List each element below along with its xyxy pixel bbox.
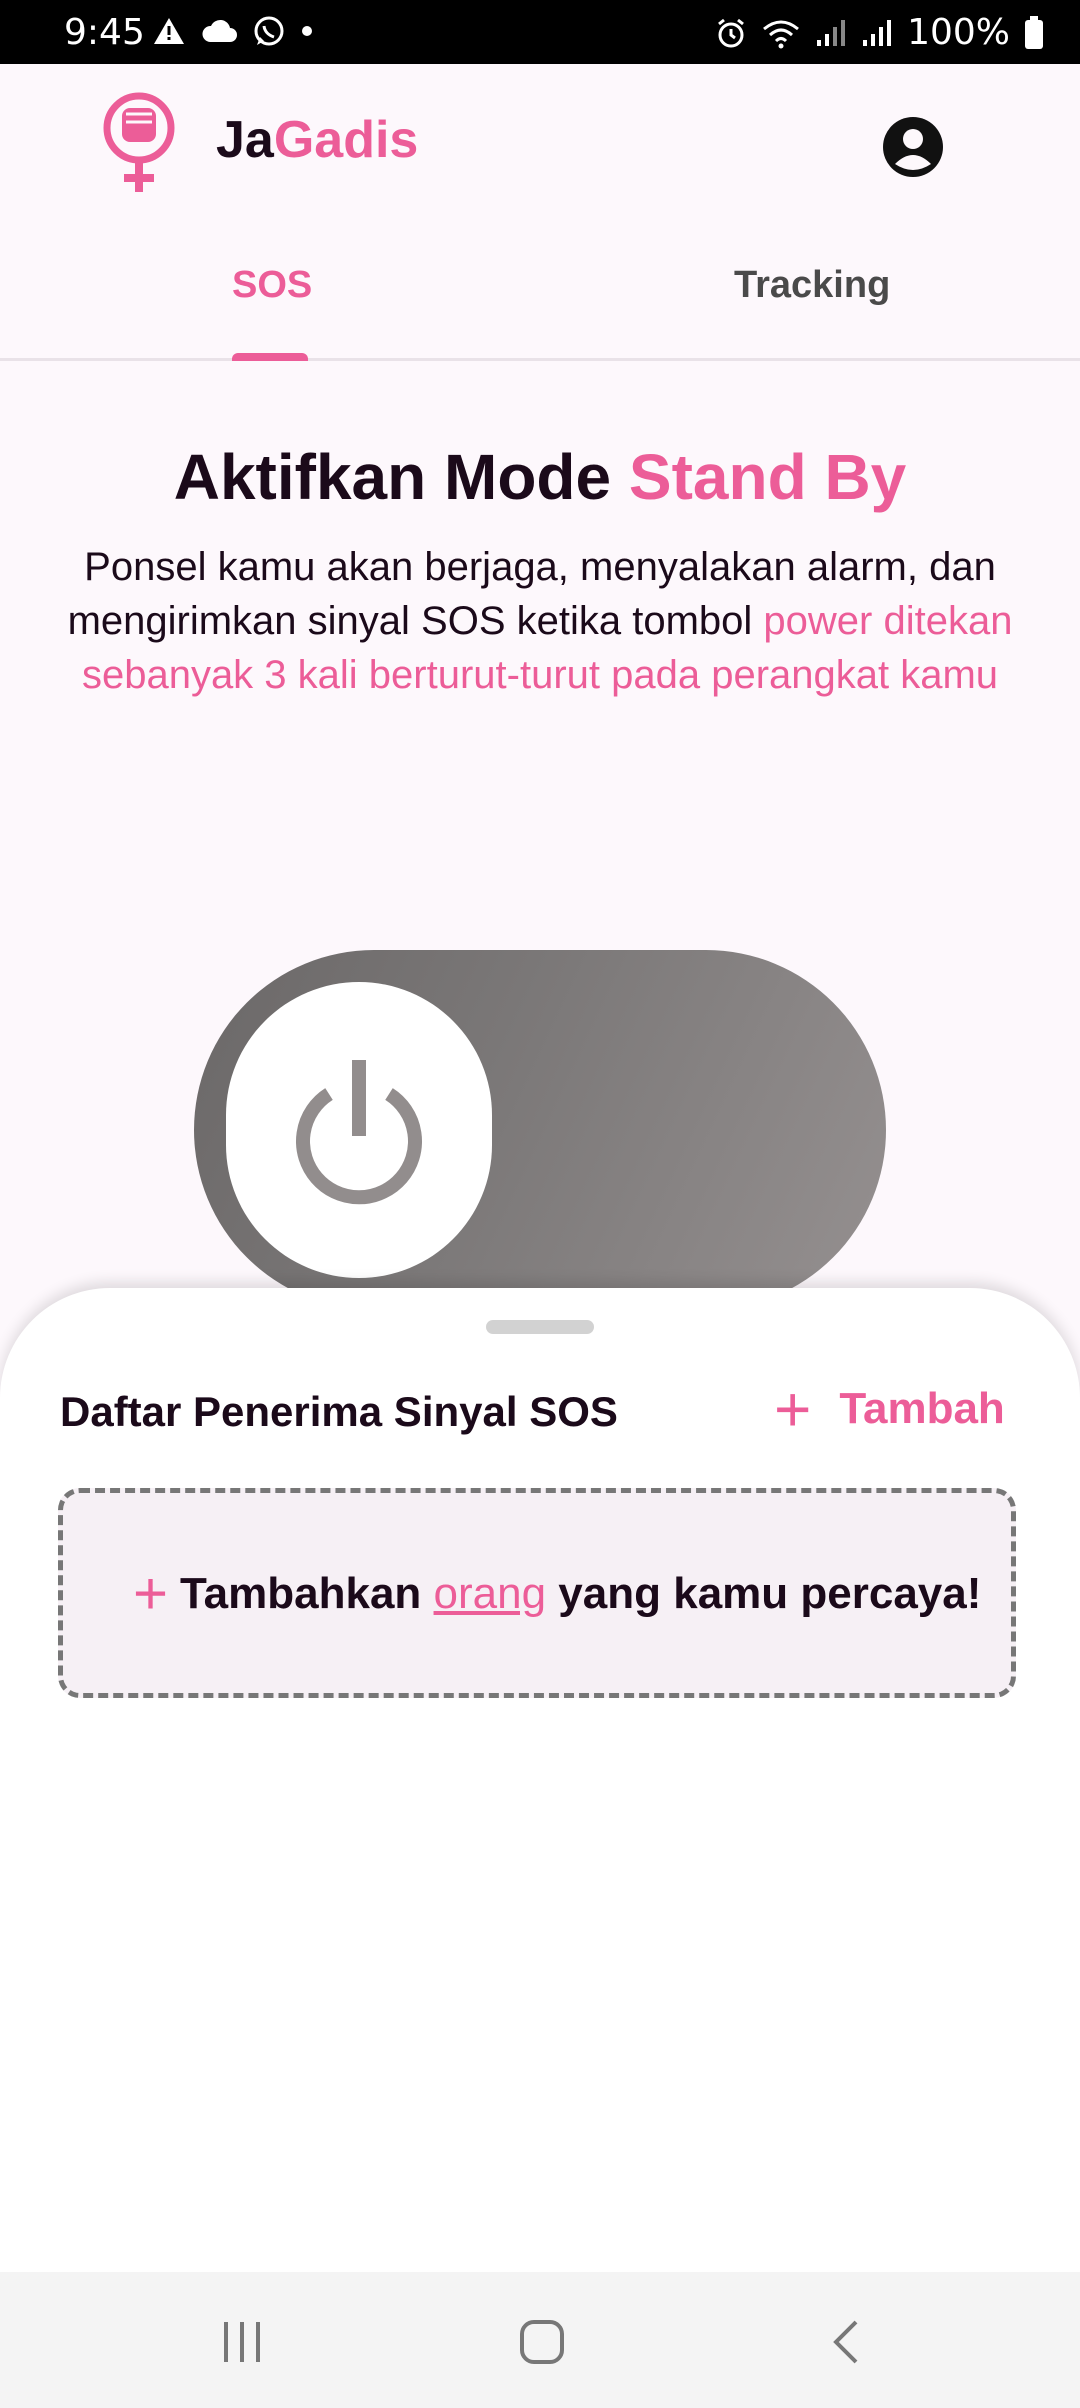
app-name: JaGadis (216, 110, 418, 170)
power-icon (296, 1060, 422, 1205)
dot-icon (302, 26, 312, 36)
alarm-icon (718, 18, 745, 47)
home-icon[interactable] (512, 2312, 572, 2372)
bottom-sheet: Daftar Penerima Sinyal SOS + Tambah + Ta… (0, 1288, 1080, 2272)
system-nav-bar (0, 2272, 1080, 2408)
sheet-drag-handle[interactable] (486, 1320, 594, 1334)
standby-toggle[interactable] (194, 950, 886, 1310)
title-part1: Aktifkan Mode (173, 441, 629, 513)
feminist-fist-icon (103, 92, 175, 192)
battery-icon (1025, 15, 1043, 49)
page-title: Aktifkan Mode Stand By (0, 440, 1080, 514)
wifi-icon (763, 20, 800, 48)
status-bar: 9:45 100% (0, 0, 1080, 64)
whatsapp-icon (254, 16, 284, 46)
title-part2: Stand By (628, 441, 907, 513)
tab-bar: SOS Tracking (0, 224, 1080, 361)
plus-icon: + (133, 1560, 169, 1627)
page-description: Ponsel kamu akan berjaga, menyalakan ala… (40, 540, 1040, 702)
sheet-title: Daftar Penerima Sinyal SOS (60, 1388, 618, 1435)
app-header: JaGadis (0, 64, 1080, 224)
battery-percent: 100% (907, 12, 1010, 53)
status-right: 100% (715, 12, 1044, 53)
tab-sos[interactable]: SOS (232, 264, 312, 307)
tab-tracking[interactable]: Tracking (734, 264, 890, 307)
toggle-knob[interactable] (226, 982, 492, 1278)
empty-state-message: + Tambahkan orang yang kamu percaya! (133, 1560, 982, 1627)
empty-prefix: Tambahkan (180, 1569, 434, 1618)
app-name-part1: Ja (216, 111, 274, 169)
tab-indicator (232, 353, 308, 361)
empty-suffix: yang kamu percaya! (546, 1569, 982, 1618)
add-trusted-person-box[interactable]: + Tambahkan orang yang kamu percaya! (58, 1488, 1016, 1698)
back-icon[interactable] (816, 2312, 876, 2372)
status-left-icons (152, 14, 314, 48)
warning-icon (154, 18, 184, 44)
signal-icon (863, 19, 892, 46)
status-time: 9:45 (64, 12, 145, 53)
plus-icon: + (774, 1373, 812, 1445)
signal-icon (817, 19, 846, 46)
account-circle-icon[interactable] (880, 114, 946, 180)
add-button-label: Tambah (839, 1384, 1005, 1433)
cloud-icon (202, 19, 237, 42)
add-recipient-button[interactable]: + Tambah (774, 1373, 1005, 1445)
recents-icon[interactable] (212, 2312, 272, 2372)
empty-link[interactable]: orang (434, 1569, 547, 1618)
app-name-part2: Gadis (273, 111, 419, 169)
